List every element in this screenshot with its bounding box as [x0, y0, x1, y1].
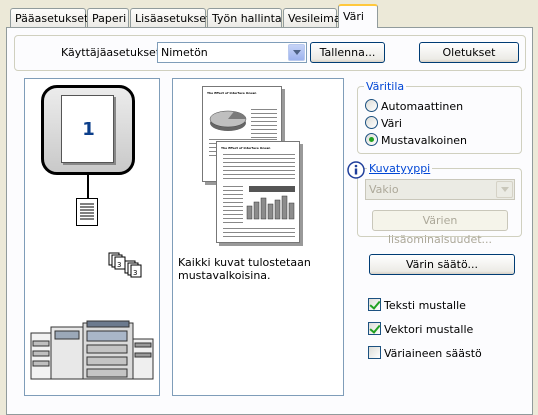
user-settings-label: Käyttäjäasetukset:: [61, 46, 164, 59]
checkbox-vector-black[interactable]: Vektori mustalle: [368, 322, 473, 336]
radio-automatic[interactable]: Automaattinen: [365, 99, 463, 113]
checkbox-text-black[interactable]: Teksti mustalle: [368, 298, 466, 312]
text-lines: [223, 186, 243, 226]
radio-label-automatic: Automaattinen: [381, 100, 464, 113]
checkbox[interactable]: [368, 322, 381, 335]
chevron-down-icon[interactable]: [496, 181, 513, 198]
svg-text:3: 3: [117, 261, 121, 269]
radio-label-color: Väri: [381, 117, 402, 130]
checkbox[interactable]: [368, 298, 381, 311]
preview-page-back-title: The Effect of Interface Ocean: [207, 91, 257, 95]
tab-paaasetukset[interactable]: Pääasetukset: [10, 8, 88, 27]
save-button[interactable]: Tallenna...: [310, 42, 385, 63]
color-mode-title: Väritila: [364, 80, 407, 93]
image-type-value: Vakio: [369, 183, 399, 196]
checkbox[interactable]: [368, 346, 381, 359]
printer-preview-panel: 1 33: [24, 78, 160, 396]
preview-page-front: The Effect of Interface Ocean: [216, 141, 300, 243]
info-icon: [347, 161, 365, 179]
user-settings-select[interactable]: Nimetön: [157, 42, 307, 63]
svg-text:3: 3: [133, 269, 137, 277]
printer-icon: [30, 320, 154, 380]
bar-graphic-header: [249, 186, 295, 192]
color-preview-panel: The Effect of Interface Ocean The Effect…: [172, 78, 344, 396]
checkbox-label-vector-black: Vektori mustalle: [384, 323, 474, 336]
radio-button[interactable]: [365, 116, 378, 129]
chevron-down-icon[interactable]: [288, 44, 305, 61]
text-lines: [223, 228, 295, 240]
page-sheet: 1: [61, 95, 114, 163]
text-lines: [223, 154, 295, 182]
checkbox-label-text-black: Teksti mustalle: [384, 299, 466, 312]
pie-graphic: [209, 110, 247, 131]
advanced-color-button[interactable]: Värien lisäominaisuudet...: [372, 210, 508, 246]
tab-panel-vari: Käyttäjäasetukset: Nimetön Tallenna... O…: [6, 27, 533, 415]
user-settings-value: Nimetön: [161, 46, 208, 59]
preview-page-front-title: The Effect of Interface Ocean: [221, 146, 271, 150]
color-mode-description: Kaikki kuvat tulostetaan mustavalkoisina…: [178, 256, 311, 282]
document-icon: [76, 198, 98, 226]
page-number: 1: [82, 119, 95, 140]
checkbox-label-toner-save: Väriaineen säästö: [384, 347, 482, 360]
bar-graphic: [246, 195, 295, 220]
defaults-button[interactable]: Oletukset: [419, 42, 519, 63]
radio-black-white[interactable]: Mustavalkoinen: [365, 133, 467, 147]
tab-tyon-hallinta[interactable]: Työn hallinta: [207, 8, 282, 27]
radio-label-black-white: Mustavalkoinen: [381, 134, 468, 147]
radio-button[interactable]: [365, 99, 378, 112]
image-type-select[interactable]: Vakio: [365, 179, 515, 200]
connector-line: [87, 175, 89, 198]
color-adjust-button[interactable]: Värin säätö...: [369, 254, 515, 275]
tab-vari[interactable]: Väri: [338, 4, 378, 28]
tab-paperi[interactable]: Paperi: [87, 8, 129, 27]
radio-button[interactable]: [365, 133, 378, 146]
image-type-title: Kuvatyyppi: [367, 162, 433, 175]
tab-lisaasetukset[interactable]: Lisäasetukset: [130, 8, 210, 27]
checkbox-toner-save[interactable]: Väriaineen säästö: [368, 346, 482, 360]
collate-icon: 33: [108, 252, 142, 278]
page-selection-icon: 1: [41, 85, 135, 175]
tab-vesileimat[interactable]: Vesileimat: [283, 8, 345, 27]
radio-color[interactable]: Väri: [365, 116, 402, 130]
